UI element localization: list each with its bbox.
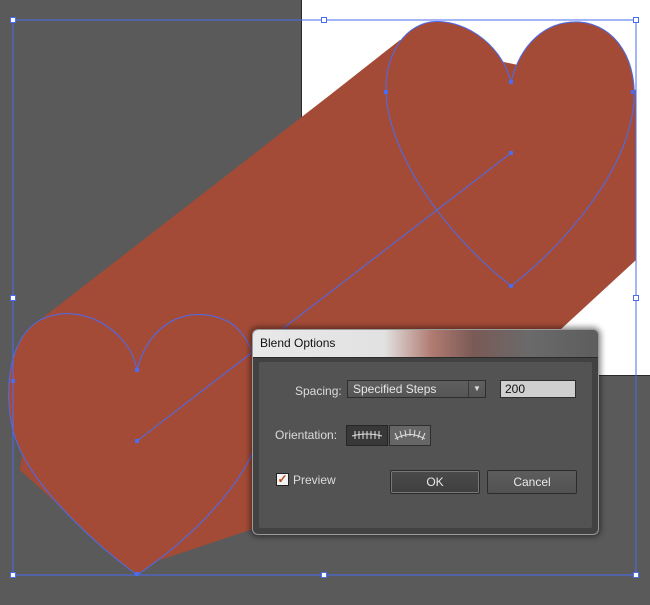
steps-input[interactable]: 200	[500, 380, 576, 398]
cancel-button[interactable]: Cancel	[487, 470, 577, 494]
preview-label[interactable]: Preview	[293, 473, 336, 487]
checkmark-icon: ✓	[277, 472, 288, 486]
align-to-path-button[interactable]	[389, 425, 431, 446]
dialog-content: Spacing: Specified Steps ▼ 200 Orientati…	[259, 362, 592, 528]
align-to-page-button[interactable]	[346, 425, 388, 446]
align-to-path-icon	[394, 429, 426, 441]
align-to-page-icon	[351, 431, 383, 439]
spacing-label: Spacing:	[295, 384, 342, 398]
dialog-title[interactable]: Blend Options	[253, 330, 598, 358]
spacing-dropdown[interactable]: Specified Steps ▼	[347, 380, 486, 398]
preview-checkbox[interactable]: ✓	[276, 473, 289, 486]
spacing-value: Specified Steps	[353, 382, 437, 396]
blend-options-dialog: Blend Options Spacing: Specified Steps ▼…	[252, 329, 599, 535]
orientation-label: Orientation:	[275, 428, 338, 442]
chevron-down-icon[interactable]: ▼	[468, 381, 485, 397]
ok-button[interactable]: OK	[390, 470, 480, 494]
